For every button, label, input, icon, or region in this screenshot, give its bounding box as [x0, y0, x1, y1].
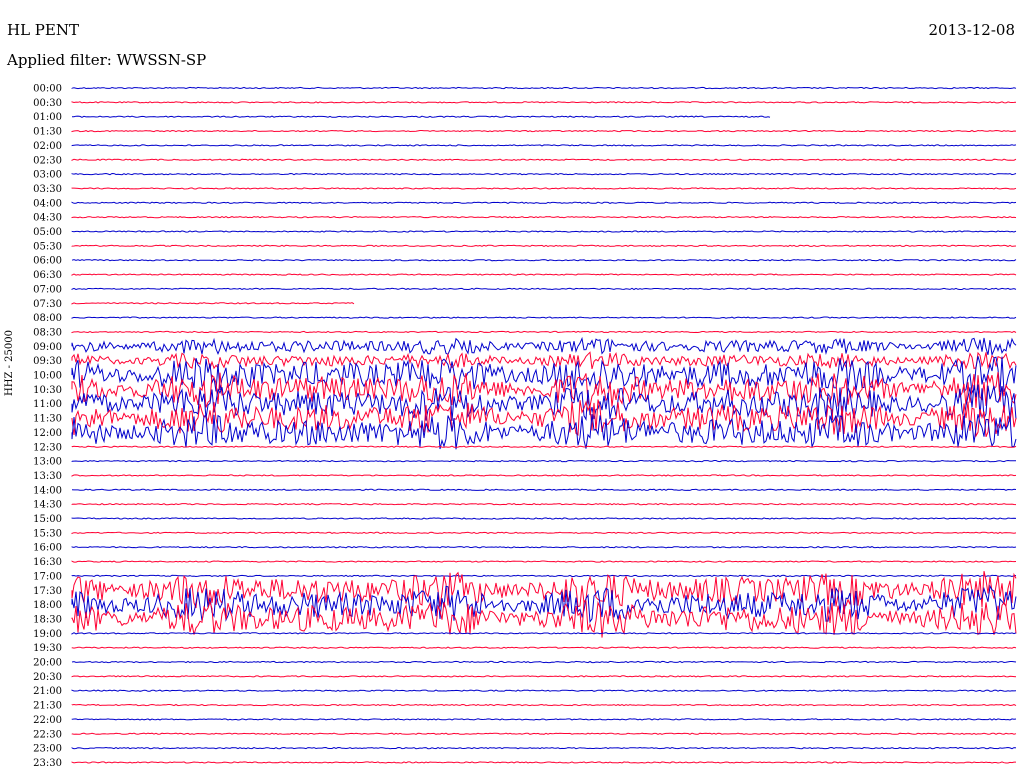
row-time-label: 10:30 [33, 385, 62, 396]
seismic-trace-1900 [71, 632, 1017, 635]
seismic-trace-0400 [71, 201, 1017, 204]
seismic-trace-1300 [71, 459, 1016, 463]
row-time-label: 23:00 [33, 744, 62, 755]
seismic-trace-0500 [71, 230, 1017, 233]
row-time-label: 08:30 [33, 327, 62, 338]
seismic-trace-0230 [71, 158, 1017, 161]
row-time-label: 01:00 [33, 112, 62, 123]
seismic-trace-0830 [71, 330, 1017, 334]
seismic-trace-0800 [71, 316, 1017, 319]
row-time-label: 21:30 [33, 701, 62, 712]
row-time-label: 07:30 [33, 299, 62, 310]
row-time-label: 22:00 [33, 715, 62, 726]
row-time-label: 15:00 [33, 514, 62, 525]
row-time-label: 10:00 [33, 371, 62, 382]
row-time-label: 03:30 [33, 184, 62, 195]
seismic-trace-0430 [71, 216, 1017, 219]
seismic-trace-0630 [71, 273, 1017, 276]
row-time-label: 13:00 [33, 457, 62, 468]
seismic-trace-1730 [71, 570, 1017, 609]
row-time-label: 09:30 [33, 356, 62, 367]
row-time-label: 00:30 [33, 98, 62, 109]
seismic-trace-0730 [71, 302, 355, 305]
row-time-label: 12:30 [33, 442, 62, 453]
seismic-trace-2030 [71, 675, 1017, 678]
seismic-trace-2200 [71, 718, 1017, 721]
row-time-label: 04:00 [33, 198, 62, 209]
row-time-label: 15:30 [33, 528, 62, 539]
row-time-label: 22:30 [33, 729, 62, 740]
seismic-trace-1330 [71, 474, 1017, 477]
seismic-trace-0200 [71, 144, 1017, 147]
row-time-label: 20:30 [33, 672, 62, 683]
seismic-trace-1500 [71, 517, 1017, 520]
row-time-label: 02:00 [33, 141, 62, 152]
row-time-label: 06:30 [33, 270, 62, 281]
seismic-trace-1630 [71, 560, 1017, 563]
row-time-label: 12:00 [33, 428, 62, 439]
row-time-label: 14:30 [33, 500, 62, 511]
seismogram-plot: 00:00 00:30 01:00 01:30 02:00 02:30 03:00 03:30… [33, 84, 1017, 769]
seismic-trace-2300 [71, 746, 1017, 750]
row-time-label: 09:00 [33, 342, 62, 353]
seismic-trace-1530 [71, 531, 1017, 535]
row-time-label: 23:30 [33, 758, 62, 769]
row-time-label: 03:00 [33, 170, 62, 181]
seismic-trace-1600 [71, 546, 1017, 549]
row-time-label: 11:00 [33, 399, 62, 410]
seismic-trace-0530 [71, 244, 1017, 247]
seismic-trace-0600 [71, 259, 1017, 262]
seismic-trace-0330 [71, 187, 1017, 190]
row-time-label: 17:00 [33, 571, 62, 582]
row-time-label: 05:30 [33, 241, 62, 252]
row-time-label: 16:30 [33, 557, 62, 568]
seismic-trace-2000 [71, 660, 1017, 664]
row-time-label: 06:00 [33, 256, 62, 267]
row-time-label: 01:30 [33, 127, 62, 138]
seismic-trace-0300 [71, 172, 1017, 176]
seismic-trace-0130 [71, 129, 1017, 133]
row-time-label: 18:00 [33, 600, 62, 611]
seismic-trace-0100 [72, 115, 771, 118]
row-time-label: 02:30 [33, 155, 62, 166]
row-time-label: 00:00 [33, 84, 62, 95]
seismic-trace-2330 [71, 761, 1016, 764]
row-time-label: 14:00 [33, 485, 62, 496]
seismic-trace-1830 [71, 600, 1017, 638]
row-time-label: 13:30 [33, 471, 62, 482]
seismic-trace-0000 [71, 86, 1017, 90]
row-time-label: 21:00 [33, 686, 62, 697]
row-time-label: 08:00 [33, 313, 62, 324]
seismic-trace-0900 [71, 336, 1017, 357]
seismic-trace-1400 [71, 488, 1017, 491]
seismic-trace-1430 [71, 503, 1017, 506]
row-time-label: 19:30 [33, 643, 62, 654]
seismic-trace-0030 [71, 101, 1017, 104]
row-time-label: 17:30 [33, 586, 62, 597]
seismic-trace-1930 [71, 646, 1017, 649]
helicorder-chart: HL PENT 2013-12-08 Applied filter: WWSSN… [0, 0, 1024, 780]
row-time-label: 20:00 [33, 658, 62, 669]
seismic-trace-2130 [71, 703, 1017, 707]
seismic-trace-2100 [71, 689, 1017, 692]
row-time-label: 07:00 [33, 284, 62, 295]
seismic-trace-2230 [71, 732, 1017, 735]
row-time-label: 18:30 [33, 614, 62, 625]
row-time-label: 19:00 [33, 629, 62, 640]
seismic-trace-1230 [71, 445, 1017, 448]
row-time-label: 16:00 [33, 543, 62, 554]
row-time-label: 11:30 [33, 414, 62, 425]
seismic-trace-0700 [71, 287, 1017, 291]
row-time-label: 04:30 [33, 213, 62, 224]
seismic-trace-1700 [71, 574, 1017, 578]
row-time-label: 05:00 [33, 227, 62, 238]
